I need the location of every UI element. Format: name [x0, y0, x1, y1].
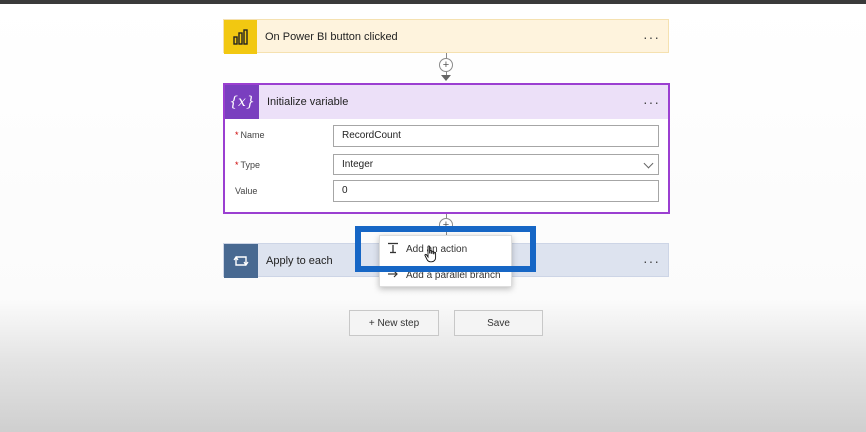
top-bar — [0, 0, 866, 4]
type-label: * Type — [235, 160, 261, 170]
value-input[interactable]: 0 — [333, 180, 659, 202]
trigger-header[interactable]: On Power BI button clicked ··· — [224, 20, 668, 54]
type-selected-value: Integer — [342, 159, 374, 170]
name-input[interactable]: RecordCount — [333, 125, 659, 147]
new-step-button[interactable]: + New step — [349, 310, 439, 336]
trigger-more-menu[interactable]: ··· — [643, 30, 660, 44]
power-bi-icon — [224, 20, 257, 54]
arrow-down-icon — [441, 75, 451, 81]
initialize-variable-card[interactable]: {x} Initialize variable ··· * Name Record… — [223, 83, 670, 214]
save-button[interactable]: Save — [454, 310, 543, 336]
name-label: * Name — [235, 130, 265, 140]
insert-step-plus-icon[interactable]: + — [439, 58, 453, 72]
apply-to-each-more-menu[interactable]: ··· — [643, 254, 660, 268]
variable-icon: {x} — [225, 85, 259, 119]
hand-cursor-icon — [424, 245, 437, 263]
initialize-variable-header[interactable]: {x} Initialize variable ··· — [225, 85, 668, 119]
trigger-card[interactable]: On Power BI button clicked ··· — [223, 19, 669, 54]
initialize-variable-title: Initialize variable — [267, 96, 349, 108]
type-dropdown[interactable]: Integer — [333, 154, 659, 175]
initialize-variable-more-menu[interactable]: ··· — [643, 95, 660, 109]
apply-to-each-title: Apply to each — [266, 255, 333, 267]
value-label: Value — [235, 186, 258, 196]
highlight-box — [355, 226, 536, 272]
loop-icon — [224, 244, 258, 278]
chevron-down-icon — [643, 158, 654, 169]
trigger-title: On Power BI button clicked — [265, 31, 398, 43]
